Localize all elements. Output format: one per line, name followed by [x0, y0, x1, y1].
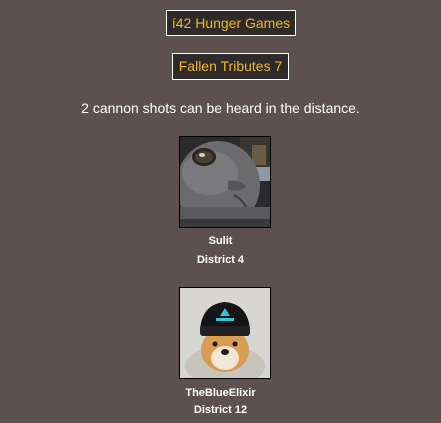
tribute-district: District 4: [196, 254, 245, 266]
tribute-name: TheBlueElixir: [185, 387, 256, 399]
round-title: Fallen Tributes 7: [172, 53, 289, 80]
cannon-message: 2 cannon shots can be heard in the dista…: [81, 100, 360, 116]
cat-image-icon: [180, 137, 270, 227]
tribute-name: Sulit: [208, 235, 233, 247]
dog-image-icon: [180, 288, 270, 378]
tribute-district: District 12: [193, 404, 248, 416]
tribute-avatar: [179, 287, 271, 379]
tribute-avatar: [179, 136, 271, 228]
game-title: í42 Hunger Games: [166, 10, 296, 36]
